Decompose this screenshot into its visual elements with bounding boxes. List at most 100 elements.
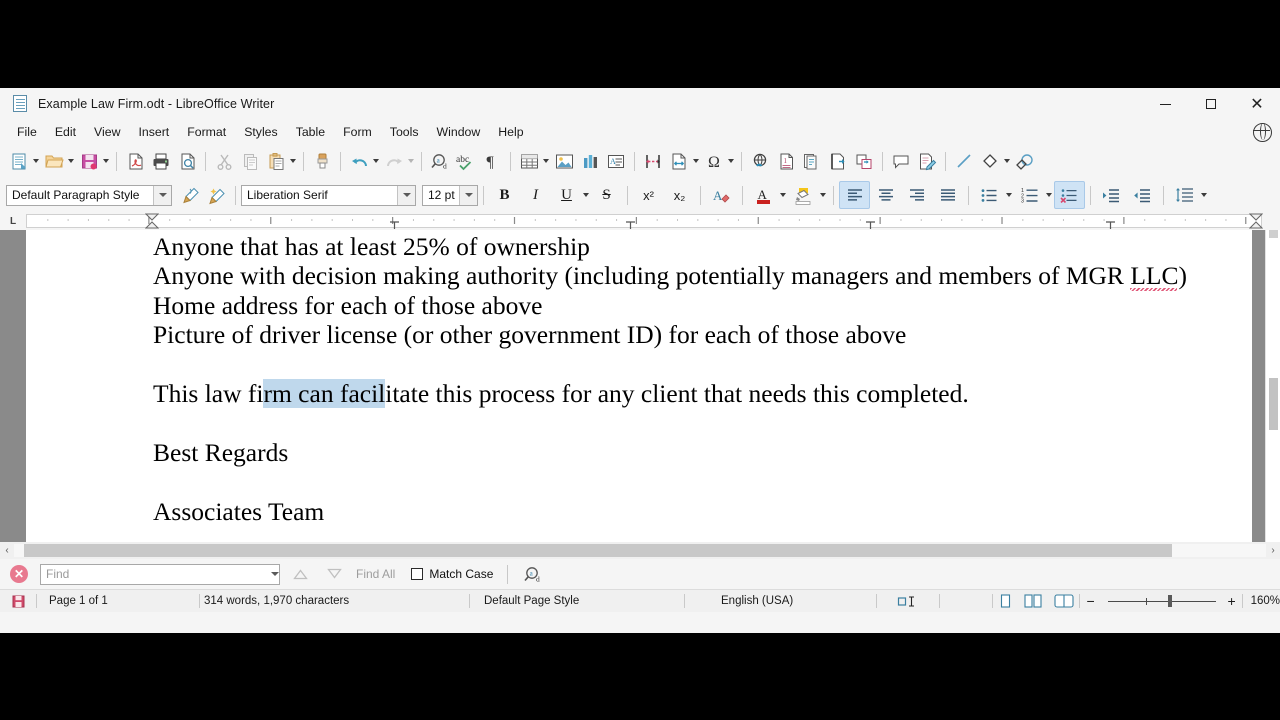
redo-icon[interactable] — [381, 147, 407, 175]
zoom-out-button[interactable]: − — [1080, 590, 1102, 612]
ordered-list-dropdown-icon[interactable] — [1046, 193, 1052, 197]
italic-button[interactable]: I — [520, 181, 551, 209]
find-and-replace-icon[interactable]: ad — [519, 563, 547, 585]
menu-edit[interactable]: Edit — [46, 123, 85, 141]
insert-bookmark-icon[interactable] — [825, 147, 851, 175]
insert-table-dropdown-icon[interactable] — [543, 159, 549, 163]
clone-formatting-icon[interactable] — [309, 147, 335, 175]
highlight-dropdown-icon[interactable] — [820, 193, 826, 197]
language[interactable]: English (USA) — [685, 590, 876, 612]
align-left-icon[interactable] — [839, 181, 870, 209]
subscript-button[interactable]: x₂ — [664, 181, 695, 209]
redo-dropdown-icon[interactable] — [408, 159, 414, 163]
font-color-dropdown-icon[interactable] — [780, 193, 786, 197]
page-info[interactable]: Page 1 of 1 — [37, 590, 199, 612]
print-icon[interactable] — [148, 147, 174, 175]
paragraph-style-dropdown-icon[interactable] — [153, 185, 171, 205]
new-document-icon[interactable] — [6, 147, 32, 175]
insert-table-icon[interactable] — [516, 147, 542, 175]
insert-chart-icon[interactable] — [577, 147, 603, 175]
highlighting-color-icon[interactable] — [788, 181, 819, 209]
page-break-icon[interactable] — [640, 147, 666, 175]
minimize-button[interactable] — [1142, 88, 1188, 120]
menu-view[interactable]: View — [85, 123, 129, 141]
paste-icon[interactable] — [263, 147, 289, 175]
cut-icon[interactable] — [211, 147, 237, 175]
clear-formatting-icon[interactable]: A — [706, 181, 737, 209]
document-page[interactable]: Anyone that has at least 25% of ownershi… — [26, 230, 1252, 542]
save-dropdown-icon[interactable] — [103, 159, 109, 163]
copy-icon[interactable] — [237, 147, 263, 175]
export-pdf-icon[interactable] — [122, 147, 148, 175]
menu-form[interactable]: Form — [334, 123, 381, 141]
vertical-scrollbar-thumb[interactable] — [1269, 378, 1278, 430]
font-name-combo[interactable]: Liberation Serif — [241, 184, 416, 206]
track-changes-icon[interactable] — [914, 147, 940, 175]
menu-file[interactable]: File — [8, 123, 46, 141]
multi-page-view-icon[interactable] — [1019, 590, 1049, 612]
zoom-slider[interactable] — [1102, 590, 1222, 612]
close-button[interactable]: ✕ — [1234, 88, 1280, 120]
scroll-left-icon[interactable]: ‹ — [0, 542, 14, 559]
insert-image-icon[interactable] — [551, 147, 577, 175]
menu-window[interactable]: Window — [428, 123, 490, 141]
unordered-list-dropdown-icon[interactable] — [1006, 193, 1012, 197]
underline-button[interactable]: U — [551, 181, 582, 209]
word-count[interactable]: 314 words, 1,970 characters — [200, 590, 469, 612]
menu-table[interactable]: Table — [287, 123, 334, 141]
find-input[interactable]: Find — [40, 563, 280, 585]
special-character-dropdown-icon[interactable] — [728, 159, 734, 163]
line-spacing-dropdown-icon[interactable] — [1201, 193, 1207, 197]
font-name-dropdown-icon[interactable] — [397, 185, 415, 205]
close-findbar-button[interactable]: ✕ — [10, 565, 28, 583]
document-area[interactable]: Anyone that has at least 25% of ownershi… — [0, 230, 1280, 542]
insert-field-icon[interactable] — [666, 147, 692, 175]
zoom-slider-handle[interactable] — [1167, 595, 1172, 607]
undo-icon[interactable] — [346, 147, 372, 175]
special-character-icon[interactable]: Ω — [701, 147, 727, 175]
insert-hyperlink-icon[interactable] — [747, 147, 773, 175]
menu-format[interactable]: Format — [178, 123, 235, 141]
new-document-dropdown-icon[interactable] — [33, 159, 39, 163]
zoom-in-button[interactable]: + — [1222, 590, 1242, 612]
match-case-checkbox[interactable] — [411, 568, 424, 580]
open-file-icon[interactable] — [41, 147, 67, 175]
find-all-button[interactable]: Find All — [356, 567, 395, 581]
vertical-scrollbar[interactable] — [1265, 230, 1280, 542]
line-spacing-icon[interactable] — [1169, 181, 1200, 209]
find-replace-icon[interactable]: ad — [427, 147, 453, 175]
menu-tools[interactable]: Tools — [381, 123, 428, 141]
superscript-button[interactable]: x² — [633, 181, 664, 209]
book-view-icon[interactable] — [1049, 590, 1079, 612]
spelling-icon[interactable]: abc — [453, 147, 479, 175]
cross-reference-icon[interactable] — [851, 147, 877, 175]
scroll-right-icon[interactable]: › — [1266, 542, 1280, 559]
font-size-dropdown-icon[interactable] — [459, 185, 477, 205]
new-style-icon[interactable] — [204, 181, 230, 209]
align-right-icon[interactable] — [901, 181, 932, 209]
horizontal-scrollbar-thumb[interactable] — [24, 544, 1172, 557]
formatting-marks-icon[interactable]: ¶ — [479, 147, 505, 175]
text-selection[interactable]: rm can facil — [263, 379, 386, 409]
undo-dropdown-icon[interactable] — [373, 159, 379, 163]
align-justified-icon[interactable] — [932, 181, 963, 209]
show-draw-functions-icon[interactable] — [1012, 147, 1038, 175]
insert-footnote-icon[interactable]: 1 — [773, 147, 799, 175]
font-color-icon[interactable]: A — [748, 181, 779, 209]
strikethrough-button[interactable]: S — [591, 181, 622, 209]
update-style-icon[interactable] — [178, 181, 204, 209]
horizontal-scrollbar-track[interactable] — [14, 544, 1266, 557]
menu-help[interactable]: Help — [489, 123, 532, 141]
insert-textbox-icon[interactable]: A — [603, 147, 629, 175]
save-status-icon[interactable] — [0, 590, 36, 612]
open-file-dropdown-icon[interactable] — [68, 159, 74, 163]
decrease-indent-icon[interactable] — [1127, 181, 1158, 209]
page-style[interactable]: Default Page Style — [470, 590, 684, 612]
insert-endnote-icon[interactable] — [799, 147, 825, 175]
increase-indent-icon[interactable] — [1096, 181, 1127, 209]
horizontal-ruler[interactable] — [26, 213, 1263, 229]
globe-icon[interactable] — [1252, 122, 1272, 142]
no-list-icon[interactable] — [1054, 181, 1085, 209]
document-text[interactable]: Anyone that has at least 25% of ownershi… — [153, 232, 1233, 526]
print-preview-icon[interactable] — [174, 147, 200, 175]
